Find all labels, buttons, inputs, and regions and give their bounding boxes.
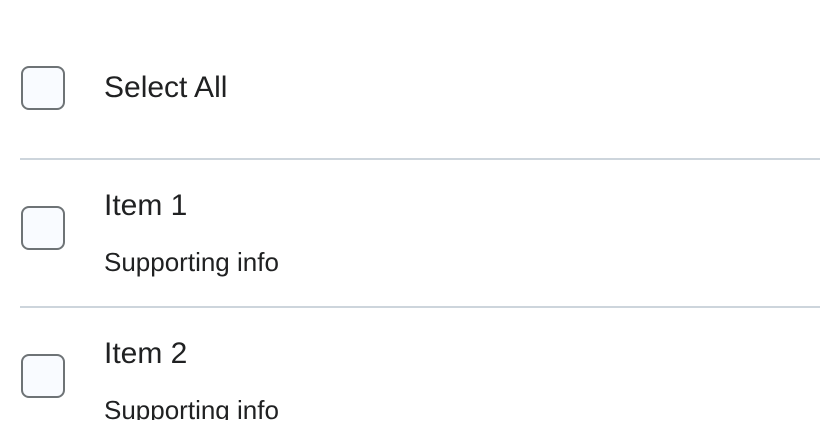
item-1-supporting-info: Supporting info xyxy=(104,247,279,277)
selection-list: Select All Item 1 Supporting info Item 2… xyxy=(0,0,840,440)
list-divider xyxy=(20,158,820,160)
select-all-checkbox[interactable] xyxy=(21,66,65,110)
list-viewport: Select All Item 1 Supporting info Item 2… xyxy=(0,0,840,420)
item-2-supporting-info: Supporting info xyxy=(104,395,279,420)
list-item[interactable]: Item 1 Supporting info xyxy=(20,168,820,298)
select-all-label: Select All xyxy=(104,71,228,104)
item-2-label: Item 2 xyxy=(104,337,188,370)
list-divider xyxy=(20,306,820,308)
item-2-checkbox[interactable] xyxy=(21,354,65,398)
item-1-checkbox[interactable] xyxy=(21,206,65,250)
item-1-label: Item 1 xyxy=(104,189,188,222)
list-item[interactable]: Item 2 Supporting info xyxy=(20,316,820,420)
select-all-row[interactable]: Select All xyxy=(20,40,820,140)
